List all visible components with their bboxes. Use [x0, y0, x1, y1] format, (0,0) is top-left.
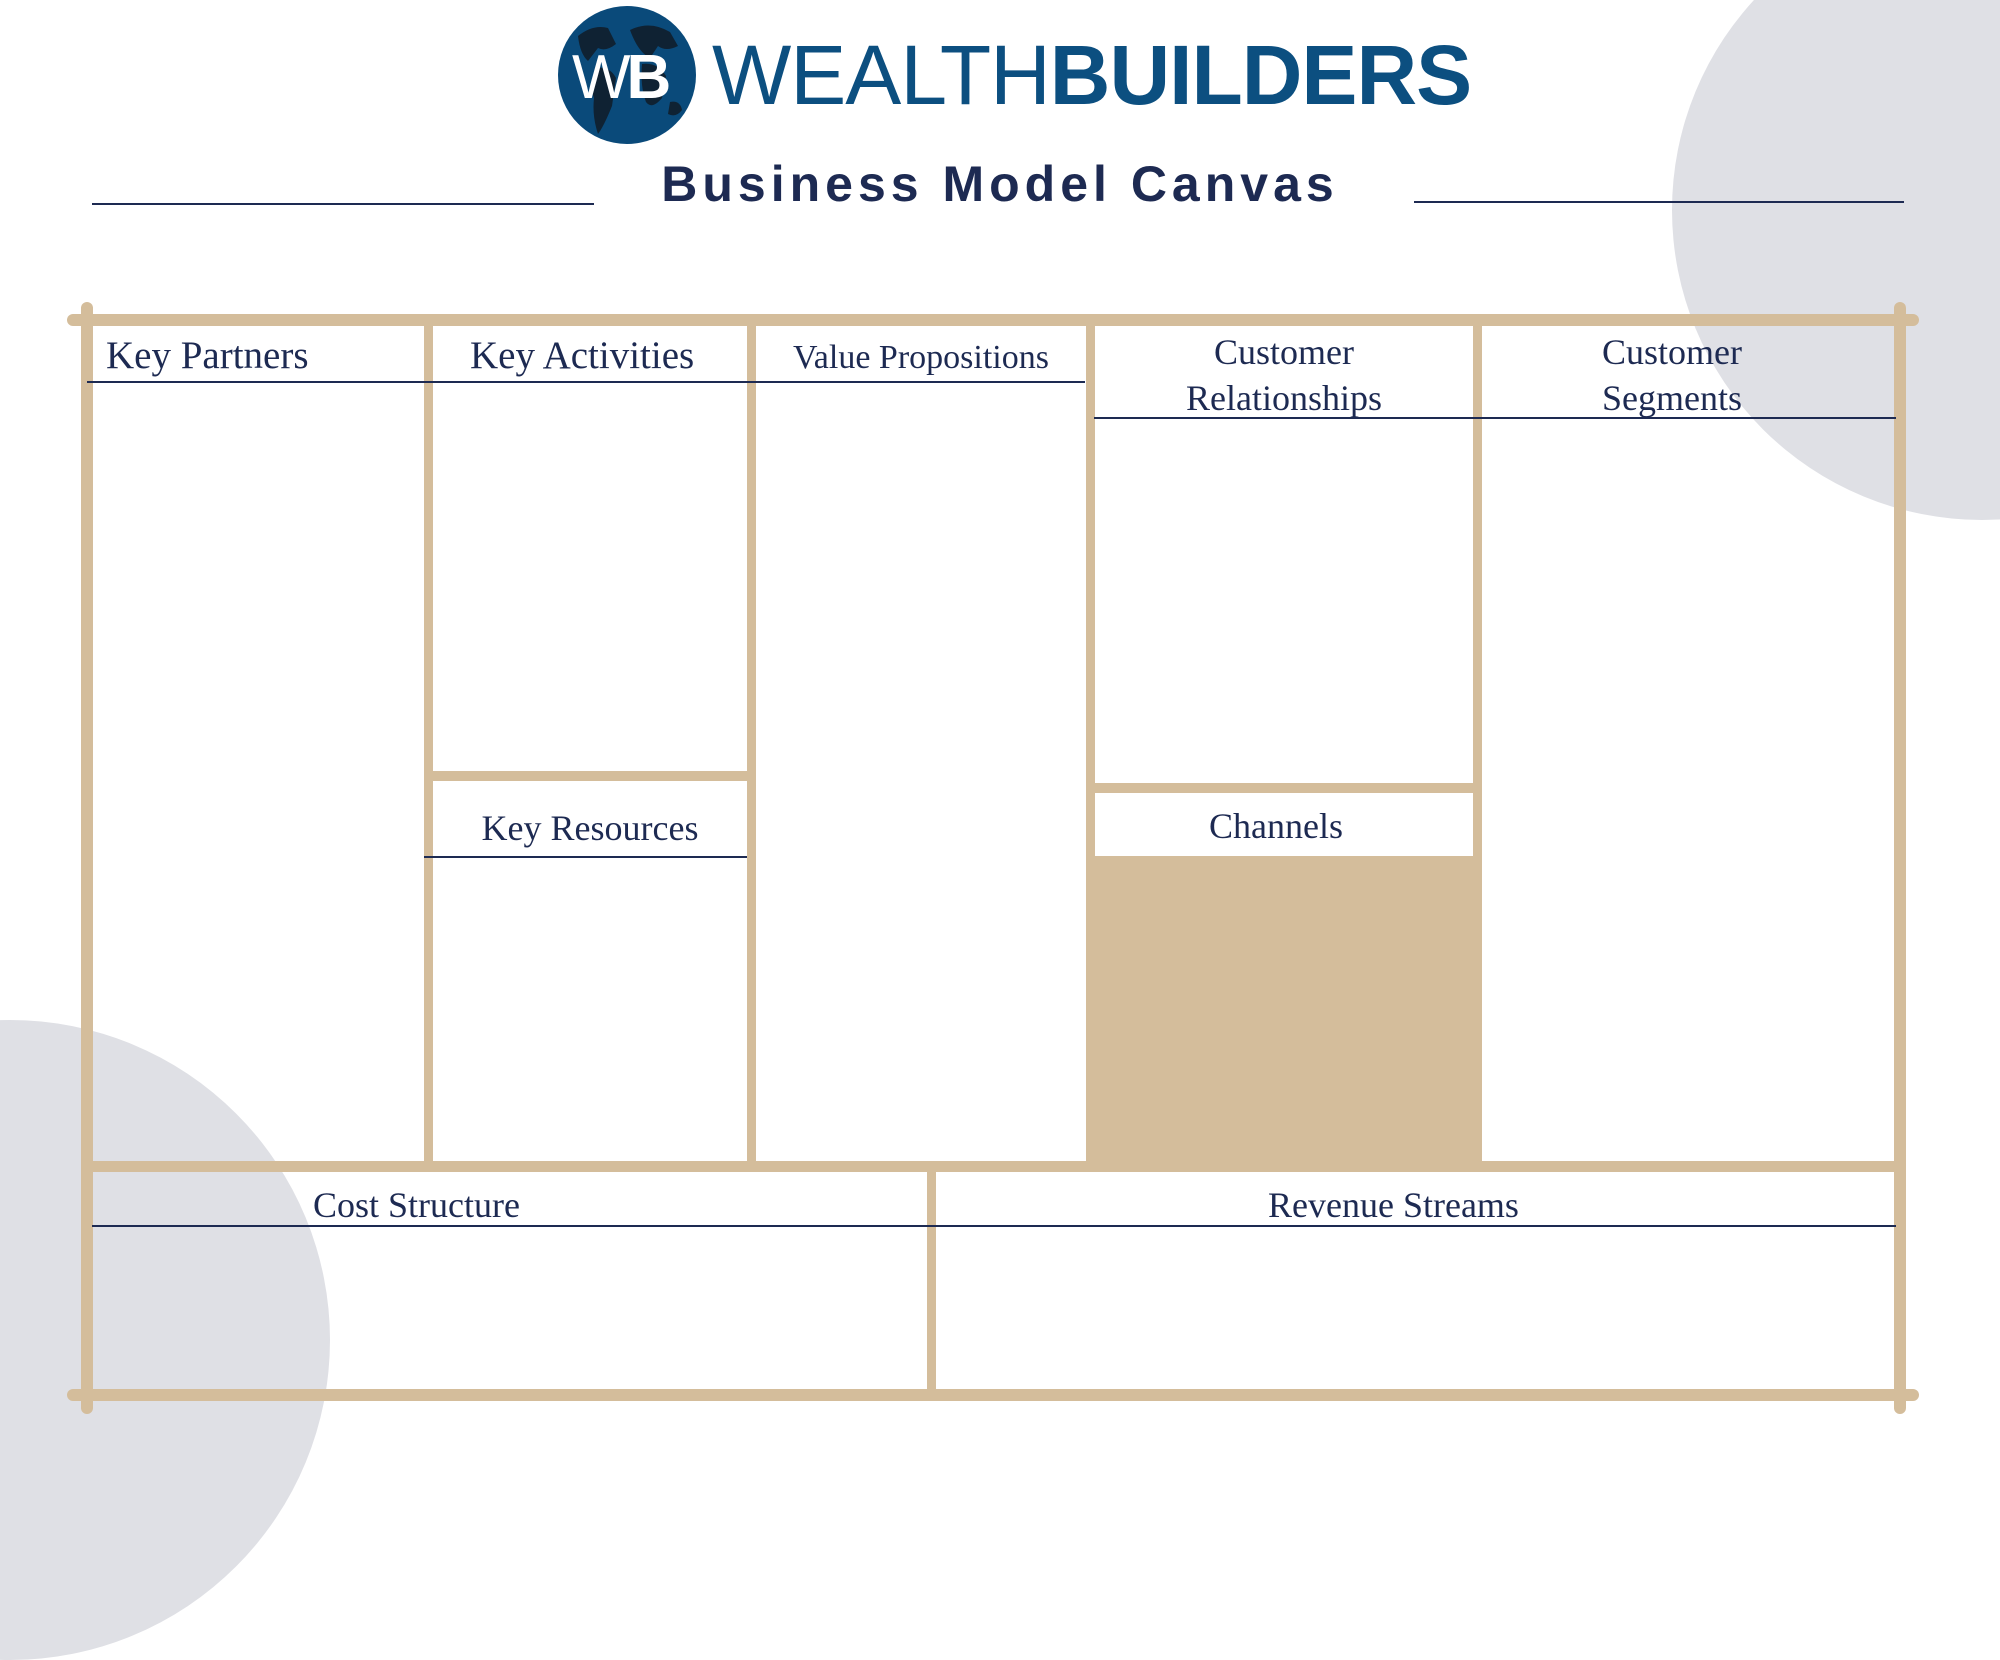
customer-segments-label: Customer Segments — [1602, 332, 1742, 418]
cell-channels[interactable]: Channels — [1095, 793, 1473, 1161]
globe-icon: WB — [558, 6, 696, 144]
cell-revenue-streams[interactable]: Revenue Streams — [936, 1172, 1894, 1389]
title-rule-right — [1414, 201, 1904, 203]
channels-label: Channels — [1209, 806, 1343, 846]
frame-middle-bar — [87, 1161, 1900, 1172]
cell-customer-relationships[interactable]: Customer Relationships — [1095, 326, 1473, 783]
customer-relationships-label: Customer Relationships — [1186, 332, 1382, 418]
divider-partners-activities — [424, 320, 433, 1163]
key-resources-label: Key Resources — [481, 808, 699, 848]
divider-relationships-channels — [1091, 783, 1478, 793]
cost-structure-label: Cost Structure — [313, 1185, 520, 1225]
divider-value-relationships — [1086, 320, 1095, 1163]
brand-name: WEALTHBUILDERS — [712, 28, 1472, 122]
divider-activities-resources — [429, 771, 752, 781]
page-title: Business Model Canvas — [661, 156, 1339, 212]
cell-customer-segments[interactable]: Customer Segments — [1482, 326, 1894, 1161]
value-propositions-label: Value Propositions — [793, 339, 1049, 376]
monogram: WB — [572, 43, 671, 112]
key-activities-label: Key Activities — [470, 334, 695, 377]
cell-key-activities[interactable]: Key Activities — [433, 326, 747, 771]
cell-key-partners[interactable]: Key Partners — [93, 326, 424, 1161]
cell-key-resources[interactable]: Key Resources — [433, 781, 747, 1161]
cell-value-propositions[interactable]: Value Propositions — [756, 326, 1086, 1161]
divider-cost-revenue — [927, 1168, 936, 1392]
key-partners-label: Key Partners — [106, 334, 309, 377]
cell-cost-structure[interactable]: Cost Structure — [93, 1172, 927, 1389]
revenue-streams-label: Revenue Streams — [1268, 1185, 1519, 1225]
frame-top-bar — [67, 314, 1919, 326]
brand-logo: WB WEALTHBUILDERS — [558, 6, 1472, 144]
frame-left-post — [81, 302, 93, 1414]
divider-relationships-segments — [1473, 320, 1482, 1163]
divider-activities-value — [747, 320, 756, 1163]
frame-right-post — [1894, 302, 1906, 1414]
frame-bottom-bar — [67, 1389, 1919, 1401]
